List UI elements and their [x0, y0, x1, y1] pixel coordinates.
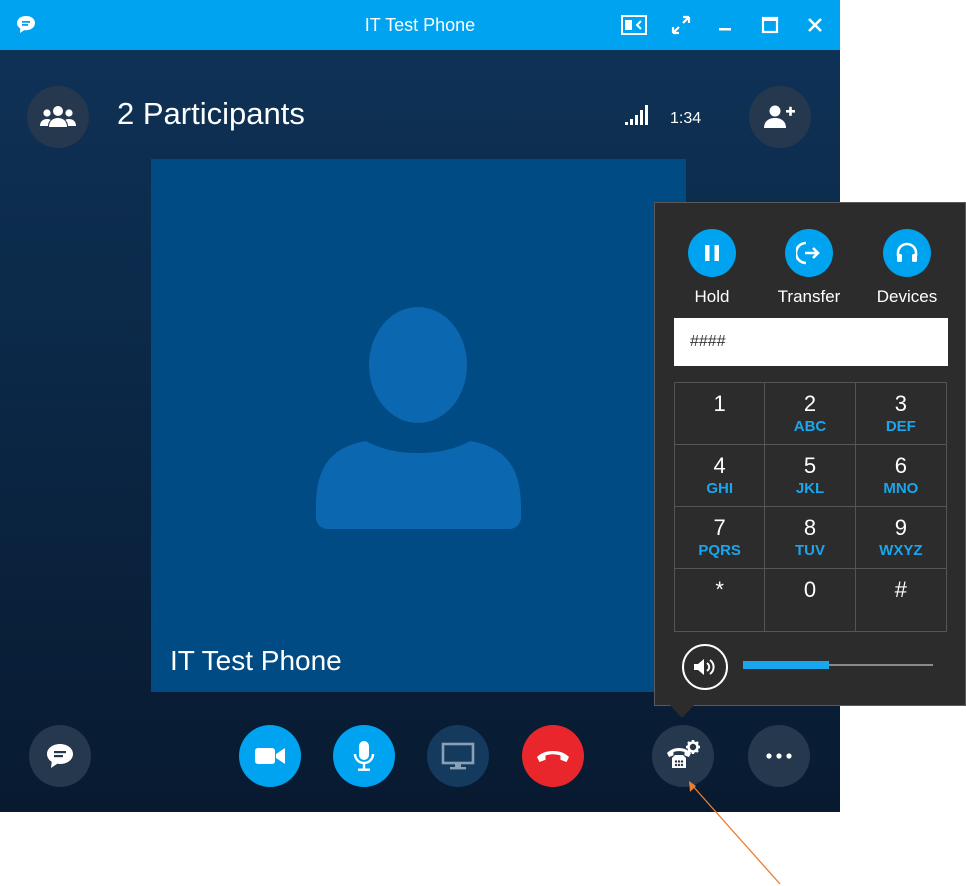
keypad: 1 2 ABC 3 DEF 4 GHI 5 JKL 6 MNO 7 PQRS 8 TUV 9 WXYZ * 0 #: [674, 382, 947, 632]
participants-icon: [40, 106, 76, 127]
key-digit: 3: [894, 391, 907, 416]
key-digit: 9: [894, 515, 907, 540]
dialpad-popup: Hold Transfer Devices 1 2 ABC 3 DEF 4 GHI 5 JKL 6…: [654, 202, 966, 706]
video-icon: [255, 748, 285, 764]
key-letters: WXYZ: [879, 542, 923, 559]
add-person-icon: [764, 105, 795, 128]
fullscreen-icon[interactable]: [665, 9, 697, 41]
minimize-icon[interactable]: [709, 9, 741, 41]
screen-share-button[interactable]: [427, 725, 489, 787]
key-digit: 6: [894, 453, 907, 478]
keypad-key[interactable]: 4 GHI: [675, 445, 766, 507]
keypad-key[interactable]: 2 ABC: [765, 383, 856, 445]
key-digit: 5: [803, 453, 817, 478]
keypad-key[interactable]: 1: [675, 383, 766, 445]
key-digit: #: [894, 577, 907, 602]
dial-number-input[interactable]: [674, 318, 948, 366]
screen-share-icon: [441, 742, 475, 770]
key-letters: DEF: [885, 418, 916, 435]
popup-caret: [669, 704, 695, 718]
title-bar: IT Test Phone: [0, 0, 840, 50]
key-letters: JKL: [795, 480, 825, 497]
keypad-key[interactable]: #: [856, 569, 946, 631]
caller-name: IT Test Phone: [170, 645, 342, 676]
keypad-key[interactable]: 3 DEF: [855, 383, 946, 445]
keypad-key[interactable]: *: [675, 569, 766, 631]
volume-button[interactable]: [682, 644, 728, 690]
key-digit: 4: [713, 453, 726, 478]
speaker-icon: [694, 659, 715, 675]
signal-strength-icon: [624, 104, 650, 131]
close-icon[interactable]: [799, 9, 831, 41]
key-digit: 0: [803, 577, 817, 602]
keypad-key[interactable]: 7 PQRS: [675, 507, 766, 569]
transfer-label: Transfer: [777, 287, 841, 306]
add-participant-button[interactable]: [749, 86, 811, 148]
devices-button[interactable]: Devices: [857, 229, 957, 307]
call-controls-icon: [667, 740, 700, 768]
key-digit: 2: [803, 391, 817, 416]
call-timer: 1:34: [670, 110, 702, 127]
volume-slider-fill: [743, 661, 829, 669]
key-digit: 8: [803, 515, 817, 540]
avatar-placeholder-icon: [316, 307, 521, 529]
participants-count[interactable]: 2 Participants: [117, 96, 305, 132]
keypad-key[interactable]: 8 TUV: [765, 507, 856, 569]
key-letters: PQRS: [698, 542, 741, 559]
keypad-key[interactable]: 6 MNO: [855, 445, 946, 507]
more-options-icon: [766, 753, 792, 759]
hold-label: Hold: [694, 287, 730, 306]
hang-up-button[interactable]: [522, 725, 584, 787]
key-digit: 1: [713, 391, 726, 416]
keypad-key[interactable]: 0: [765, 569, 856, 631]
microphone-icon: [353, 741, 375, 771]
keypad-key[interactable]: 5 JKL: [765, 445, 856, 507]
chat-app-icon: [10, 9, 42, 41]
contact-card-icon[interactable]: [618, 9, 650, 41]
key-letters: TUV: [794, 542, 825, 559]
pause-icon: [688, 229, 736, 277]
key-letters: ABC: [793, 418, 827, 435]
maximize-icon[interactable]: [754, 9, 786, 41]
hang-up-icon: [537, 751, 569, 762]
video-button[interactable]: [239, 725, 301, 787]
call-controls-button[interactable]: [652, 725, 714, 787]
key-letters: MNO: [883, 480, 919, 497]
chat-button[interactable]: [29, 725, 91, 787]
participant-stage: IT Test Phone: [151, 159, 686, 692]
devices-label: Devices: [876, 287, 938, 306]
microphone-button[interactable]: [333, 725, 395, 787]
transfer-button[interactable]: Transfer: [759, 229, 859, 307]
transfer-icon: [785, 229, 833, 277]
key-digit: *: [715, 577, 724, 602]
chat-icon: [47, 744, 73, 768]
participants-button[interactable]: [27, 86, 89, 148]
key-letters: GHI: [706, 480, 733, 497]
hold-button[interactable]: Hold: [662, 229, 762, 307]
volume-slider[interactable]: [743, 661, 933, 669]
key-digit: 7: [713, 515, 726, 540]
headset-icon: [883, 229, 931, 277]
more-options-button[interactable]: [748, 725, 810, 787]
keypad-key[interactable]: 9 WXYZ: [855, 507, 946, 569]
